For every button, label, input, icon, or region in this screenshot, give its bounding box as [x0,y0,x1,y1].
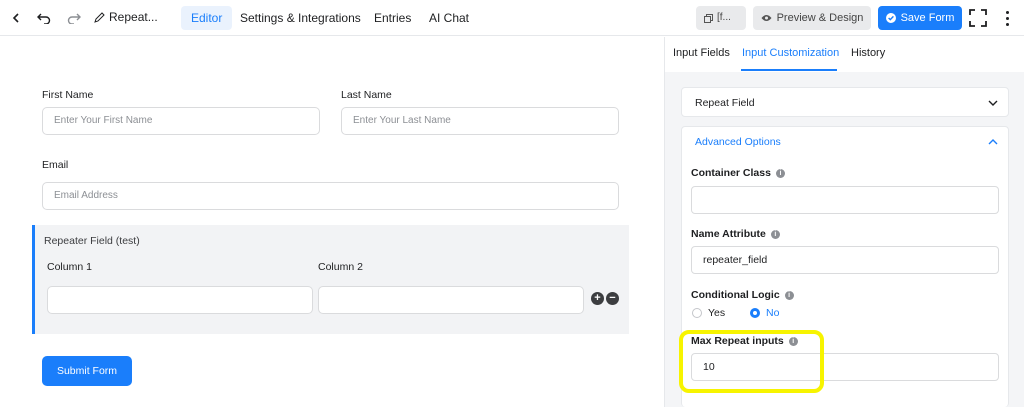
top-toolbar: Repeat... Editor Settings & Integrations… [0,0,1024,36]
last-name-input[interactable]: Enter Your Last Name [341,107,619,135]
email-input[interactable]: Email Address [42,182,619,210]
tab-history[interactable]: History [851,47,885,59]
redo-icon[interactable] [64,8,84,28]
radio-checked-icon [750,308,760,318]
form-editor-canvas [0,37,664,407]
repeat-field-title: Repeat Field [695,97,755,109]
preview-design-button[interactable]: Preview & Design [753,6,871,30]
conditional-logic-yes[interactable]: Yes [692,307,725,319]
radio-no-label: No [766,307,780,319]
check-circle-icon [885,13,896,23]
tab-settings-integrations[interactable]: Settings & Integrations [230,6,371,30]
repeater-column-2-input[interactable] [318,286,584,314]
conditional-logic-label: Conditional Logic i [691,289,794,301]
container-class-input[interactable] [691,186,999,214]
repeater-column-1-label: Column 1 [47,261,92,273]
more-options-icon[interactable] [999,8,1015,28]
tab-ai-chat[interactable]: AI Chat [419,6,479,30]
email-label: Email [42,159,69,171]
info-icon[interactable]: i [770,229,780,239]
shortcode-label: [f... [717,12,731,23]
info-icon[interactable]: i [784,290,794,300]
form-title-text: Repeat... [109,10,158,24]
form-title[interactable]: Repeat... [94,10,158,24]
panel-tabs: Input Fields Input Customization History [665,37,1024,72]
add-row-icon[interactable]: + [591,292,604,305]
name-attribute-label: Name Attribute i [691,228,780,240]
eye-icon [761,15,772,21]
first-name-label: First Name [42,89,94,101]
tab-entries[interactable]: Entries [364,6,421,30]
name-attribute-input[interactable]: repeater_field [691,246,999,274]
tab-input-customization[interactable]: Input Customization [742,47,839,59]
edit-pencil-icon [94,11,105,23]
submit-form-button[interactable]: Submit Form [42,356,132,386]
save-label: Save Form [900,12,955,24]
first-name-input[interactable]: Enter Your First Name [42,107,320,135]
container-class-label-text: Container Class [691,167,771,179]
conditional-logic-label-text: Conditional Logic [691,289,780,301]
chevron-down-icon[interactable] [988,98,998,108]
container-class-label: Container Class i [691,167,785,179]
back-chevron-icon[interactable] [6,8,26,28]
shortcode-button[interactable]: [f... [696,6,746,30]
active-tab-indicator [741,69,837,71]
chevron-up-icon[interactable] [988,137,998,147]
repeater-column-2-label: Column 2 [318,261,363,273]
repeater-column-1-input[interactable] [47,286,313,314]
advanced-options-title[interactable]: Advanced Options [695,136,781,148]
tab-editor[interactable]: Editor [181,6,233,30]
save-form-button[interactable]: Save Form [878,6,962,30]
info-icon[interactable]: i [775,168,785,178]
name-attribute-label-text: Name Attribute [691,228,766,240]
remove-row-icon[interactable]: − [606,292,619,305]
conditional-logic-no[interactable]: No [750,307,779,319]
repeater-title: Repeater Field (test) [44,235,140,247]
repeat-field-section[interactable]: Repeat Field [681,87,1009,117]
preview-label: Preview & Design [776,12,864,24]
repeater-field-block[interactable]: Repeater Field (test) Column 1 Column 2 … [32,225,629,334]
highlight-box [679,330,824,393]
tab-input-fields[interactable]: Input Fields [673,47,730,59]
radio-yes-label: Yes [708,307,726,319]
fullscreen-icon[interactable] [968,8,988,28]
undo-icon[interactable] [34,8,54,28]
radio-unchecked-icon [692,308,702,318]
last-name-label: Last Name [341,89,392,101]
copy-icon [704,13,713,23]
